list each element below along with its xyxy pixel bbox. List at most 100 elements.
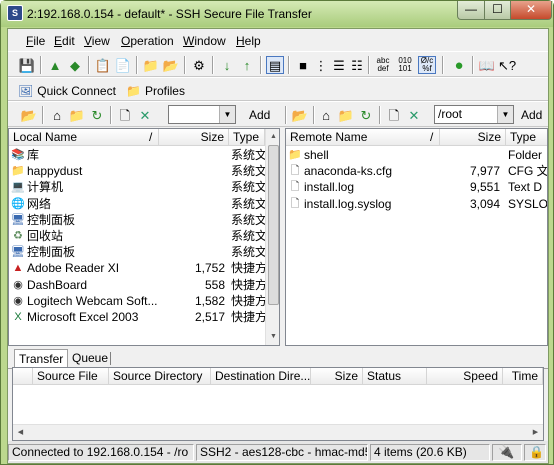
tab-transfer[interactable]: Transfer: [14, 349, 69, 367]
local-name-header[interactable]: Local Name: [9, 129, 159, 146]
local-row[interactable]: ◉ Logitech Webcam Soft... 1,582 快捷方: [9, 293, 265, 309]
transfer-horizontal-scrollbar[interactable]: ◀ ▶: [13, 424, 543, 440]
scroll-right-arrow-icon[interactable]: ▶: [528, 425, 543, 440]
title-bar[interactable]: S 2:192.168.0.154 - default* - SSH Secur…: [1, 1, 553, 27]
source-directory-header[interactable]: Source Directory: [109, 368, 211, 385]
settings-folder-icon[interactable]: 📂: [162, 56, 180, 74]
local-add-button[interactable]: Add: [249, 105, 270, 125]
home-icon[interactable]: ⌂: [48, 106, 66, 124]
upload-icon[interactable]: ↑: [238, 56, 256, 74]
transfer-size-header[interactable]: Size: [311, 368, 363, 385]
local-row[interactable]: 🌐 网络 系统文: [9, 196, 265, 212]
new-file-transfer-icon[interactable]: ◆: [66, 56, 84, 74]
remote-row[interactable]: 📁 shell Folder: [286, 147, 547, 163]
quick-connect-button[interactable]: 🖼 Quick Connect: [18, 81, 116, 101]
menu-window[interactable]: Window: [183, 34, 226, 48]
small-icons-icon[interactable]: ⋮: [312, 56, 330, 74]
connected-status-icon[interactable]: ●: [450, 56, 468, 74]
help-book-icon[interactable]: 📖: [478, 56, 496, 74]
delete-icon[interactable]: ✕: [405, 106, 423, 124]
quick-connect-bar: 🖼 Quick Connect 📁 Profiles: [8, 77, 548, 101]
context-help-icon[interactable]: ↖?: [498, 56, 516, 74]
save-icon[interactable]: 💾: [18, 56, 36, 74]
time-header[interactable]: Time: [503, 368, 543, 385]
local-row[interactable]: 📁 happydust 系统文: [9, 163, 265, 179]
home-icon[interactable]: ⌂: [317, 106, 335, 124]
menu-view[interactable]: View: [84, 34, 110, 48]
close-button[interactable]: ✕: [510, 1, 552, 20]
chevron-down-icon[interactable]: ▼: [497, 106, 513, 123]
new-folder-icon[interactable]: 📁: [68, 106, 86, 124]
binary-mode-icon[interactable]: 010 101: [396, 56, 414, 74]
paste-icon[interactable]: 📄: [114, 56, 132, 74]
local-row[interactable]: ◉ DashBoard 558 快捷方: [9, 277, 265, 293]
toolbar-separator: [40, 56, 42, 74]
up-folder-icon[interactable]: 📂: [20, 106, 38, 124]
new-file-icon[interactable]: 🗋: [116, 106, 134, 124]
scroll-up-arrow-icon[interactable]: ▲: [266, 129, 279, 144]
minimize-button[interactable]: —: [457, 1, 485, 20]
refresh-icon[interactable]: ↻: [88, 106, 106, 124]
source-file-header[interactable]: Source File: [33, 368, 109, 385]
up-folder-icon[interactable]: 📂: [291, 106, 309, 124]
local-type: 快捷方: [231, 261, 265, 276]
remote-type-header[interactable]: Type: [506, 129, 547, 146]
local-row[interactable]: ▲ Adobe Reader XI 1,752 快捷方: [9, 260, 265, 276]
remote-name-header-label: Remote Name: [290, 130, 368, 144]
connection-status: Connected to 192.168.0.154 - /ro: [8, 444, 194, 461]
maximize-button[interactable]: ☐: [484, 1, 511, 20]
auto-mode-icon[interactable]: Ø/c %f: [418, 56, 436, 74]
remote-row[interactable]: 🗋 anaconda-ks.cfg 7,977 CFG 文: [286, 163, 547, 179]
remote-size: [440, 147, 500, 163]
local-type-header[interactable]: Type: [229, 129, 265, 146]
large-icons-icon[interactable]: ■: [294, 56, 312, 74]
destination-directory-header[interactable]: Destination Dire...: [211, 368, 311, 385]
new-file-icon[interactable]: 🗋: [385, 106, 403, 124]
download-icon[interactable]: ↓: [218, 56, 236, 74]
scroll-down-arrow-icon[interactable]: ▼: [266, 329, 279, 344]
chevron-down-icon[interactable]: ▼: [219, 106, 235, 123]
remote-name-header[interactable]: Remote Name: [286, 129, 440, 146]
list-view-icon[interactable]: ▤: [266, 56, 284, 74]
speed-header[interactable]: Speed: [427, 368, 503, 385]
control-panel-icon: 🖥: [11, 213, 25, 226]
toolbar-separator: [379, 106, 381, 124]
main-toolbar: 💾 ▲ ◆ 📋 📄 📁 📂 ⚙ ↓ ↑ ▤ ■ ⋮ ☰ ☷ abc def 010…: [8, 51, 548, 77]
local-vertical-scrollbar[interactable]: ▲ ▼: [265, 129, 279, 345]
remote-row[interactable]: 🗋 install.log 9,551 Text D: [286, 179, 547, 195]
new-terminal-icon[interactable]: ▲: [46, 56, 64, 74]
settings-icon[interactable]: ⚙: [190, 56, 208, 74]
remote-add-button[interactable]: Add: [521, 105, 542, 125]
profiles-button[interactable]: 📁 Profiles: [126, 81, 185, 101]
remote-size-header[interactable]: Size: [440, 129, 506, 146]
profiles-folder-icon[interactable]: 📁: [142, 56, 160, 74]
menu-help[interactable]: Help: [236, 34, 261, 48]
local-row[interactable]: 💻 计算机 系统文: [9, 179, 265, 195]
local-type: 快捷方: [231, 310, 265, 324]
local-size-header[interactable]: Size: [159, 129, 229, 146]
menu-edit[interactable]: Edit: [54, 34, 75, 48]
scroll-left-arrow-icon[interactable]: ◀: [13, 425, 28, 440]
status-header[interactable]: Status: [363, 368, 427, 385]
remote-nav-bar: 📂 ⌂ 📁 ↻ 🗋 ✕ /root ▼ Add: [285, 101, 548, 127]
local-row[interactable]: 🖥 控制面板 系统文: [9, 212, 265, 228]
remote-path-combo[interactable]: /root ▼: [434, 105, 514, 124]
tab-queue[interactable]: Queue: [68, 349, 112, 367]
menu-operation[interactable]: Operation: [121, 34, 174, 48]
close-icon: ✕: [525, 2, 537, 16]
local-row[interactable]: 📚 库 系统文: [9, 147, 265, 163]
scrollbar-thumb[interactable]: [268, 145, 279, 305]
list-icon[interactable]: ☰: [330, 56, 348, 74]
ascii-mode-icon[interactable]: abc def: [374, 56, 392, 74]
refresh-icon[interactable]: ↻: [357, 106, 375, 124]
remote-row[interactable]: 🗋 install.log.syslog 3,094 SYSLO: [286, 196, 547, 212]
delete-icon[interactable]: ✕: [136, 106, 154, 124]
menu-file[interactable]: File: [26, 34, 45, 48]
copy-icon[interactable]: 📋: [94, 56, 112, 74]
local-row[interactable]: 🖥 控制面板 系统文: [9, 244, 265, 260]
new-folder-icon[interactable]: 📁: [337, 106, 355, 124]
local-row[interactable]: X Microsoft Excel 2003 2,517 快捷方: [9, 309, 265, 325]
details-icon[interactable]: ☷: [348, 56, 366, 74]
local-path-combo[interactable]: ▼: [168, 105, 236, 124]
local-row[interactable]: ♻ 回收站 系统文: [9, 228, 265, 244]
